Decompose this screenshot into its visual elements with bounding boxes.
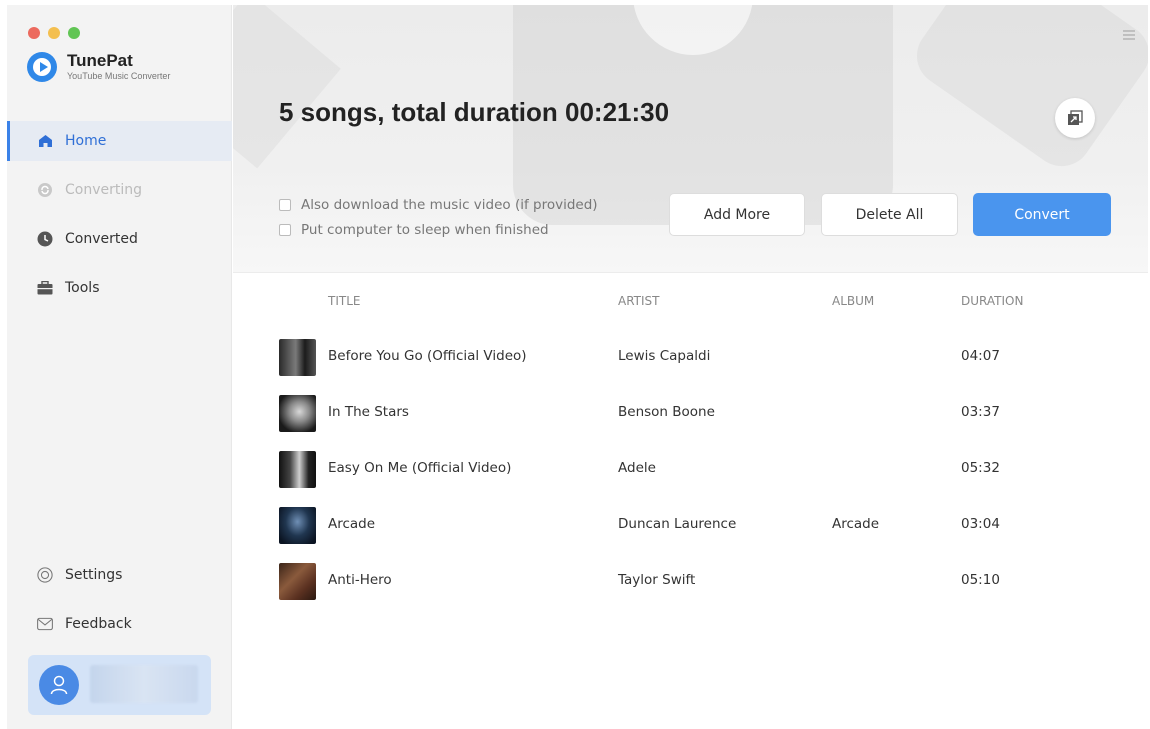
sidebar-item-converted[interactable]: Converted: [7, 219, 232, 259]
table-row[interactable]: Arcade Duncan Laurence Arcade 03:04: [233, 505, 1148, 561]
sleep-checkbox[interactable]: [279, 223, 291, 236]
table-row[interactable]: In The Stars Benson Boone 03:37: [233, 393, 1148, 449]
sidebar-item-label: Feedback: [65, 616, 132, 632]
minimize-window-button[interactable]: [48, 27, 60, 39]
toolbox-icon: [37, 280, 53, 296]
column-header-album[interactable]: ALBUM: [832, 294, 874, 308]
brand: TunePat YouTube Music Converter: [27, 52, 170, 82]
option-label: Put computer to sleep when finished: [301, 221, 549, 238]
header-banner: 5 songs, total duration 00:21:30 Also do…: [233, 5, 1148, 273]
delete-all-button[interactable]: Delete All: [821, 193, 958, 236]
option-label: Also download the music video (if provid…: [301, 196, 598, 213]
export-icon: [1068, 110, 1083, 125]
table-row[interactable]: Before You Go (Official Video) Lewis Cap…: [233, 337, 1148, 393]
sidebar-item-label: Converted: [65, 231, 138, 247]
download-video-option[interactable]: Also download the music video (if provid…: [279, 192, 598, 217]
sidebar-item-converting[interactable]: Converting: [7, 170, 232, 210]
sidebar-item-label: Home: [65, 133, 107, 149]
avatar[interactable]: [39, 665, 79, 705]
convert-button[interactable]: Convert: [973, 193, 1111, 236]
sidebar-bottom-nav: Settings Feedback: [7, 556, 232, 654]
app-subtitle: YouTube Music Converter: [67, 71, 171, 81]
song-title: In The Stars: [328, 404, 409, 420]
song-duration: 04:07: [961, 348, 1000, 364]
sidebar-item-home[interactable]: Home: [7, 121, 232, 161]
sidebar: TunePat YouTube Music Converter Home Con…: [7, 5, 232, 729]
clock-icon: [37, 231, 53, 247]
add-more-button[interactable]: Add More: [669, 193, 805, 236]
table-row[interactable]: Easy On Me (Official Video) Adele 05:32: [233, 449, 1148, 505]
song-thumbnail: [279, 563, 316, 600]
table-header: TITLE ARTIST ALBUM DURATION: [233, 292, 1148, 312]
column-header-title[interactable]: TITLE: [328, 294, 360, 308]
song-duration: 03:37: [961, 404, 1000, 420]
mail-icon: [37, 616, 53, 632]
sidebar-item-label: Tools: [65, 280, 100, 296]
home-icon: [37, 133, 53, 149]
user-name-redacted: [90, 665, 198, 703]
song-artist: Duncan Laurence: [618, 516, 737, 532]
window-controls: [28, 27, 80, 39]
song-title: Before You Go (Official Video): [328, 348, 527, 364]
song-artist: Adele: [618, 460, 656, 476]
song-album: Arcade: [832, 516, 880, 532]
user-account-card[interactable]: [28, 655, 211, 715]
close-window-button[interactable]: [28, 27, 40, 39]
converting-icon: [37, 182, 53, 198]
column-header-artist[interactable]: ARTIST: [618, 294, 660, 308]
page-title: 5 songs, total duration 00:21:30: [279, 97, 670, 127]
app-name: TunePat: [67, 51, 133, 70]
song-title: Anti-Hero: [328, 572, 392, 588]
sidebar-item-label: Converting: [65, 182, 143, 198]
song-thumbnail: [279, 395, 316, 432]
song-thumbnail: [279, 339, 316, 376]
sidebar-item-feedback[interactable]: Feedback: [7, 605, 232, 643]
menu-icon[interactable]: [1123, 25, 1135, 44]
song-artist: Taylor Swift: [618, 572, 696, 588]
song-duration: 05:32: [961, 460, 1000, 476]
song-artist: Lewis Capaldi: [618, 348, 711, 364]
main-content: 5 songs, total duration 00:21:30 Also do…: [233, 5, 1148, 729]
sidebar-item-settings[interactable]: Settings: [7, 556, 232, 594]
sidebar-nav: Home Converting Converted Tools: [7, 121, 232, 317]
column-header-duration[interactable]: DURATION: [961, 294, 1023, 308]
maximize-window-button[interactable]: [68, 27, 80, 39]
song-duration: 03:04: [961, 516, 1000, 532]
song-duration: 05:10: [961, 572, 1000, 588]
banner-decoration: [905, 5, 1148, 178]
settings-icon: [37, 567, 53, 583]
song-artist: Benson Boone: [618, 404, 715, 420]
export-list-button[interactable]: [1055, 98, 1095, 138]
song-thumbnail: [279, 507, 316, 544]
song-title: Easy On Me (Official Video): [328, 460, 512, 476]
options-group: Also download the music video (if provid…: [279, 192, 598, 242]
sidebar-item-tools[interactable]: Tools: [7, 268, 232, 308]
app-window: TunePat YouTube Music Converter Home Con…: [7, 5, 1148, 729]
table-row[interactable]: Anti-Hero Taylor Swift 05:10: [233, 561, 1148, 617]
app-logo-icon: [27, 52, 57, 82]
user-icon: [50, 675, 68, 695]
download-video-checkbox[interactable]: [279, 198, 291, 211]
song-title: Arcade: [328, 516, 376, 532]
song-list: Before You Go (Official Video) Lewis Cap…: [233, 337, 1148, 617]
banner-decoration: [233, 5, 341, 169]
song-thumbnail: [279, 451, 316, 488]
sidebar-item-label: Settings: [65, 567, 123, 583]
sleep-option[interactable]: Put computer to sleep when finished: [279, 217, 598, 242]
